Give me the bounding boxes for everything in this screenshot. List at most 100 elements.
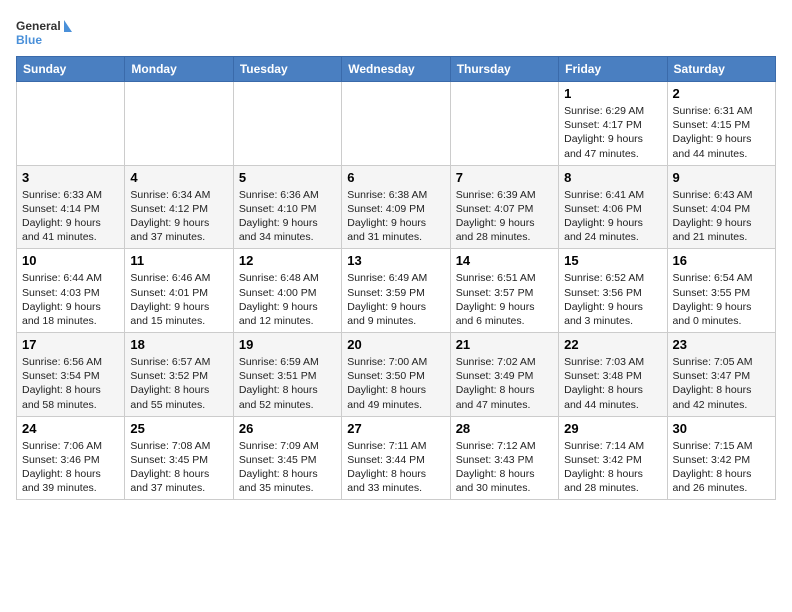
day-number: 10 (22, 253, 119, 268)
calendar-cell: 15 Sunrise: 6:52 AM Sunset: 3:56 PM Dayli… (559, 249, 667, 333)
day-info: Sunrise: 7:12 AM Sunset: 3:43 PM Dayligh… (456, 439, 553, 496)
day-number: 7 (456, 170, 553, 185)
day-number: 24 (22, 421, 119, 436)
weekday-header-friday: Friday (559, 57, 667, 82)
calendar-cell: 25 Sunrise: 7:08 AM Sunset: 3:45 PM Dayli… (125, 416, 233, 500)
day-info: Sunrise: 7:15 AM Sunset: 3:42 PM Dayligh… (673, 439, 770, 496)
day-number: 9 (673, 170, 770, 185)
day-info: Sunrise: 6:44 AM Sunset: 4:03 PM Dayligh… (22, 271, 119, 328)
day-info: Sunrise: 6:46 AM Sunset: 4:01 PM Dayligh… (130, 271, 227, 328)
week-row-5: 24 Sunrise: 7:06 AM Sunset: 3:46 PM Dayli… (17, 416, 776, 500)
calendar-cell: 2 Sunrise: 6:31 AM Sunset: 4:15 PM Daylig… (667, 82, 775, 166)
day-info: Sunrise: 7:05 AM Sunset: 3:47 PM Dayligh… (673, 355, 770, 412)
day-info: Sunrise: 6:38 AM Sunset: 4:09 PM Dayligh… (347, 188, 444, 245)
day-info: Sunrise: 6:48 AM Sunset: 4:00 PM Dayligh… (239, 271, 336, 328)
weekday-header-row: SundayMondayTuesdayWednesdayThursdayFrid… (17, 57, 776, 82)
week-row-4: 17 Sunrise: 6:56 AM Sunset: 3:54 PM Dayli… (17, 333, 776, 417)
calendar-cell (342, 82, 450, 166)
day-info: Sunrise: 6:52 AM Sunset: 3:56 PM Dayligh… (564, 271, 661, 328)
day-number: 13 (347, 253, 444, 268)
day-info: Sunrise: 6:41 AM Sunset: 4:06 PM Dayligh… (564, 188, 661, 245)
day-number: 18 (130, 337, 227, 352)
generalblue-logo-icon: GeneralBlue (16, 16, 76, 50)
day-number: 11 (130, 253, 227, 268)
day-number: 15 (564, 253, 661, 268)
calendar-cell: 11 Sunrise: 6:46 AM Sunset: 4:01 PM Dayli… (125, 249, 233, 333)
day-info: Sunrise: 7:00 AM Sunset: 3:50 PM Dayligh… (347, 355, 444, 412)
day-info: Sunrise: 6:34 AM Sunset: 4:12 PM Dayligh… (130, 188, 227, 245)
calendar-cell (450, 82, 558, 166)
weekday-header-wednesday: Wednesday (342, 57, 450, 82)
day-info: Sunrise: 6:54 AM Sunset: 3:55 PM Dayligh… (673, 271, 770, 328)
day-info: Sunrise: 7:03 AM Sunset: 3:48 PM Dayligh… (564, 355, 661, 412)
calendar-cell: 12 Sunrise: 6:48 AM Sunset: 4:00 PM Dayli… (233, 249, 341, 333)
day-info: Sunrise: 7:14 AM Sunset: 3:42 PM Dayligh… (564, 439, 661, 496)
week-row-1: 1 Sunrise: 6:29 AM Sunset: 4:17 PM Daylig… (17, 82, 776, 166)
calendar-cell: 23Sunrise: 7:05 AM Sunset: 3:47 PM Dayli… (667, 333, 775, 417)
day-number: 12 (239, 253, 336, 268)
day-number: 1 (564, 86, 661, 101)
day-number: 26 (239, 421, 336, 436)
day-info: Sunrise: 7:09 AM Sunset: 3:45 PM Dayligh… (239, 439, 336, 496)
day-info: Sunrise: 6:59 AM Sunset: 3:51 PM Dayligh… (239, 355, 336, 412)
calendar-cell: 19 Sunrise: 6:59 AM Sunset: 3:51 PM Dayli… (233, 333, 341, 417)
day-number: 3 (22, 170, 119, 185)
day-info: Sunrise: 6:33 AM Sunset: 4:14 PM Dayligh… (22, 188, 119, 245)
calendar-cell: 29 Sunrise: 7:14 AM Sunset: 3:42 PM Dayli… (559, 416, 667, 500)
day-number: 28 (456, 421, 553, 436)
day-info: Sunrise: 7:11 AM Sunset: 3:44 PM Dayligh… (347, 439, 444, 496)
day-number: 4 (130, 170, 227, 185)
calendar-cell: 1 Sunrise: 6:29 AM Sunset: 4:17 PM Daylig… (559, 82, 667, 166)
day-info: Sunrise: 6:36 AM Sunset: 4:10 PM Dayligh… (239, 188, 336, 245)
day-number: 16 (673, 253, 770, 268)
day-number: 17 (22, 337, 119, 352)
day-info: Sunrise: 7:06 AM Sunset: 3:46 PM Dayligh… (22, 439, 119, 496)
weekday-header-thursday: Thursday (450, 57, 558, 82)
calendar-cell: 20 Sunrise: 7:00 AM Sunset: 3:50 PM Dayli… (342, 333, 450, 417)
day-number: 20 (347, 337, 444, 352)
day-number: 27 (347, 421, 444, 436)
calendar-cell (17, 82, 125, 166)
calendar-cell: 8Sunrise: 6:41 AM Sunset: 4:06 PM Daylig… (559, 165, 667, 249)
calendar-cell: 17 Sunrise: 6:56 AM Sunset: 3:54 PM Dayli… (17, 333, 125, 417)
calendar-cell: 22 Sunrise: 7:03 AM Sunset: 3:48 PM Dayli… (559, 333, 667, 417)
day-number: 29 (564, 421, 661, 436)
calendar-cell (233, 82, 341, 166)
calendar-cell (125, 82, 233, 166)
calendar-cell: 10 Sunrise: 6:44 AM Sunset: 4:03 PM Dayli… (17, 249, 125, 333)
weekday-header-saturday: Saturday (667, 57, 775, 82)
calendar-cell: 28 Sunrise: 7:12 AM Sunset: 3:43 PM Dayli… (450, 416, 558, 500)
day-info: Sunrise: 6:56 AM Sunset: 3:54 PM Dayligh… (22, 355, 119, 412)
day-number: 14 (456, 253, 553, 268)
calendar-cell: 30Sunrise: 7:15 AM Sunset: 3:42 PM Dayli… (667, 416, 775, 500)
logo: GeneralBlue (16, 16, 76, 50)
day-info: Sunrise: 6:29 AM Sunset: 4:17 PM Dayligh… (564, 104, 661, 161)
calendar-cell: 6Sunrise: 6:38 AM Sunset: 4:09 PM Daylig… (342, 165, 450, 249)
day-number: 2 (673, 86, 770, 101)
calendar-cell: 13 Sunrise: 6:49 AM Sunset: 3:59 PM Dayli… (342, 249, 450, 333)
calendar-cell: 14Sunrise: 6:51 AM Sunset: 3:57 PM Dayli… (450, 249, 558, 333)
day-info: Sunrise: 6:31 AM Sunset: 4:15 PM Dayligh… (673, 104, 770, 161)
svg-text:General: General (16, 19, 61, 33)
calendar-cell: 3 Sunrise: 6:33 AM Sunset: 4:14 PM Daylig… (17, 165, 125, 249)
calendar-cell: 21Sunrise: 7:02 AM Sunset: 3:49 PM Dayli… (450, 333, 558, 417)
day-info: Sunrise: 6:49 AM Sunset: 3:59 PM Dayligh… (347, 271, 444, 328)
calendar-cell: 7 Sunrise: 6:39 AM Sunset: 4:07 PM Daylig… (450, 165, 558, 249)
calendar-cell: 16 Sunrise: 6:54 AM Sunset: 3:55 PM Dayli… (667, 249, 775, 333)
day-number: 19 (239, 337, 336, 352)
weekday-header-monday: Monday (125, 57, 233, 82)
day-number: 21 (456, 337, 553, 352)
day-info: Sunrise: 6:43 AM Sunset: 4:04 PM Dayligh… (673, 188, 770, 245)
calendar-cell: 27 Sunrise: 7:11 AM Sunset: 3:44 PM Dayli… (342, 416, 450, 500)
day-info: Sunrise: 6:57 AM Sunset: 3:52 PM Dayligh… (130, 355, 227, 412)
weekday-header-tuesday: Tuesday (233, 57, 341, 82)
day-number: 25 (130, 421, 227, 436)
calendar-cell: 24 Sunrise: 7:06 AM Sunset: 3:46 PM Dayli… (17, 416, 125, 500)
day-info: Sunrise: 7:08 AM Sunset: 3:45 PM Dayligh… (130, 439, 227, 496)
day-info: Sunrise: 6:39 AM Sunset: 4:07 PM Dayligh… (456, 188, 553, 245)
week-row-2: 3 Sunrise: 6:33 AM Sunset: 4:14 PM Daylig… (17, 165, 776, 249)
day-number: 22 (564, 337, 661, 352)
weekday-header-sunday: Sunday (17, 57, 125, 82)
calendar-table: SundayMondayTuesdayWednesdayThursdayFrid… (16, 56, 776, 500)
week-row-3: 10 Sunrise: 6:44 AM Sunset: 4:03 PM Dayli… (17, 249, 776, 333)
